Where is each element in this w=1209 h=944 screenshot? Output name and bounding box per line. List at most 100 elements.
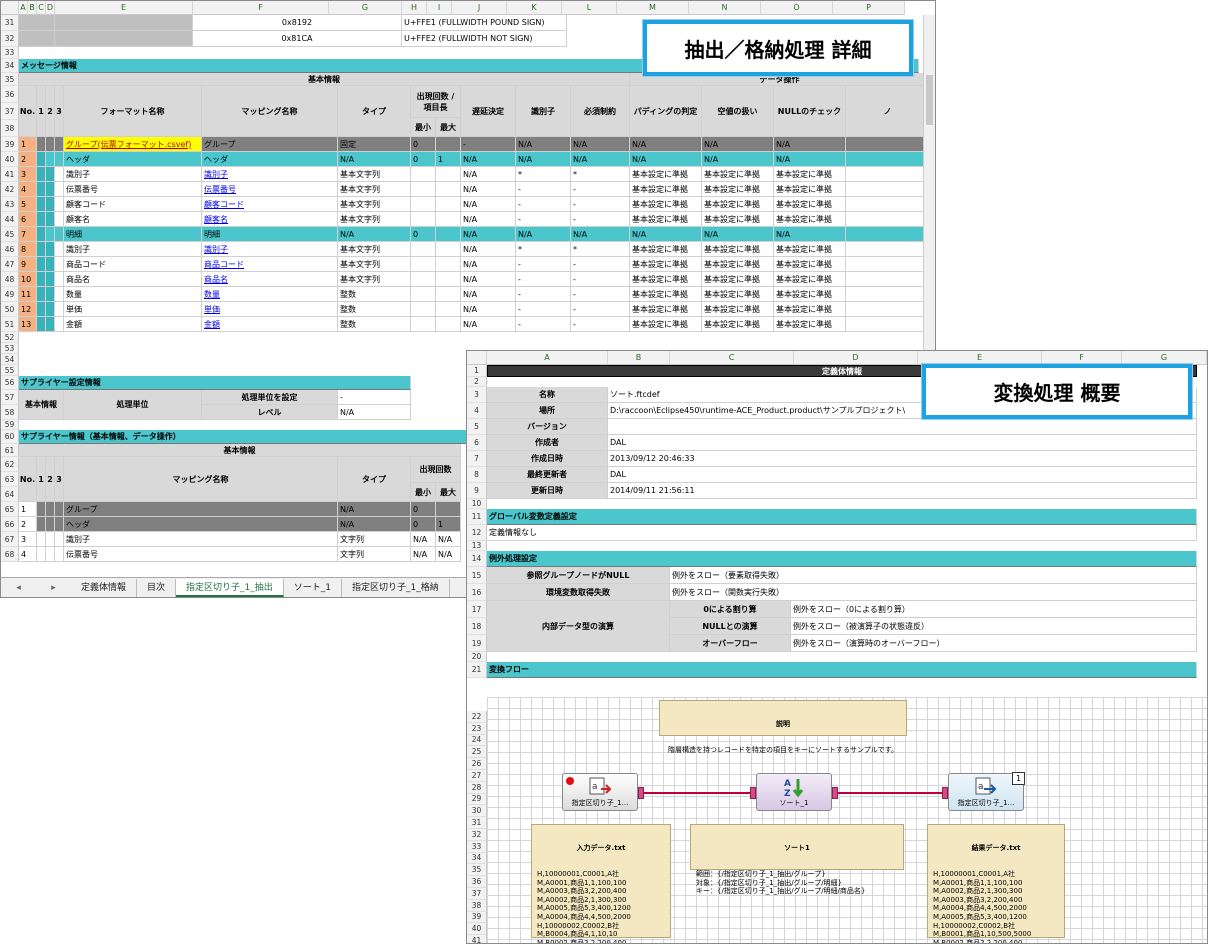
col-header[interactable]: I xyxy=(427,1,452,15)
cell[interactable]: N/A xyxy=(461,302,516,317)
col-header[interactable]: F xyxy=(1042,351,1122,365)
cell[interactable]: 基本文字列 xyxy=(338,257,411,272)
cell[interactable]: 顧客コード xyxy=(64,197,202,212)
cell[interactable]: 顧客名 xyxy=(202,212,338,227)
description-note[interactable]: 説明 階層構造を持つレコードを特定の項目をキーにソートするサンプルです。 xyxy=(659,700,907,754)
result-data-note[interactable]: 結果データ.txt H,10000001,C0001,A社 M,A0001,商品… xyxy=(927,824,1065,943)
cell[interactable]: 識別子 xyxy=(64,167,202,182)
cell[interactable]: N/A xyxy=(338,502,411,517)
cell[interactable]: 1 xyxy=(19,502,37,517)
cell[interactable]: 8 xyxy=(19,242,37,257)
store-node[interactable]: a 1 指定区切り子_1... xyxy=(948,772,1025,811)
col-header[interactable]: F xyxy=(193,1,329,15)
tab-delimiter-store[interactable]: 指定区切り子_1_格納 xyxy=(342,578,450,597)
cell[interactable]: 基本設定に準拠 xyxy=(630,197,702,212)
cell[interactable]: - xyxy=(571,182,630,197)
cell[interactable]: 2 xyxy=(19,152,37,167)
col-header[interactable]: C xyxy=(670,351,794,365)
col-header[interactable]: N xyxy=(689,1,761,15)
cell[interactable]: 基本設定に準拠 xyxy=(630,302,702,317)
tab-contents[interactable]: 目次 xyxy=(137,578,177,597)
cell[interactable]: N/A xyxy=(630,227,702,242)
cell[interactable]: 基本文字列 xyxy=(338,167,411,182)
cell[interactable]: 4 xyxy=(19,182,37,197)
cell[interactable]: N/A xyxy=(461,197,516,212)
col-header[interactable]: M xyxy=(617,1,689,15)
cell[interactable]: 0 xyxy=(411,517,436,532)
cell[interactable]: 顧客コード xyxy=(202,197,338,212)
cell[interactable] xyxy=(436,242,461,257)
cell[interactable]: N/A xyxy=(338,152,411,167)
cell[interactable]: - xyxy=(571,317,630,332)
cell[interactable] xyxy=(411,272,436,287)
cell[interactable]: N/A xyxy=(702,137,774,152)
col-header[interactable]: A xyxy=(487,351,608,365)
cell[interactable]: N/A xyxy=(461,317,516,332)
cell[interactable]: 13 xyxy=(19,317,37,332)
cell[interactable]: - xyxy=(516,197,571,212)
cell[interactable]: N/A xyxy=(702,152,774,167)
cell[interactable]: 単価 xyxy=(64,302,202,317)
cell[interactable]: 整数 xyxy=(338,317,411,332)
cell[interactable]: 基本設定に準拠 xyxy=(774,272,846,287)
cell[interactable]: 基本文字列 xyxy=(338,182,411,197)
cell[interactable]: 基本設定に準拠 xyxy=(702,287,774,302)
cell[interactable]: グループ xyxy=(64,502,338,517)
cell[interactable]: N/A xyxy=(571,227,630,242)
cell[interactable]: 基本設定に準拠 xyxy=(702,167,774,182)
cell[interactable] xyxy=(436,257,461,272)
cell[interactable]: 基本設定に準拠 xyxy=(774,317,846,332)
cell[interactable]: 基本文字列 xyxy=(338,272,411,287)
cell[interactable]: 6 xyxy=(19,212,37,227)
cell[interactable]: - xyxy=(571,197,630,212)
col-header[interactable]: A xyxy=(19,1,28,15)
cell[interactable]: 識別子 xyxy=(64,242,202,257)
cell[interactable] xyxy=(411,182,436,197)
cell[interactable]: 伝票番号 xyxy=(64,547,338,562)
cell[interactable]: * xyxy=(571,242,630,257)
cell[interactable] xyxy=(436,197,461,212)
cell[interactable]: N/A xyxy=(571,152,630,167)
cell[interactable] xyxy=(411,167,436,182)
cell[interactable]: 整数 xyxy=(338,287,411,302)
cell[interactable] xyxy=(436,272,461,287)
cell[interactable]: 基本設定に準拠 xyxy=(702,242,774,257)
cell[interactable]: 伝票番号 xyxy=(202,182,338,197)
cell[interactable]: - xyxy=(516,257,571,272)
cell[interactable]: N/A xyxy=(516,137,571,152)
cell[interactable]: 5 xyxy=(19,197,37,212)
cell[interactable]: - xyxy=(461,137,516,152)
col-header[interactable]: B xyxy=(28,1,37,15)
cell[interactable]: - xyxy=(338,390,411,405)
cell[interactable]: ヘッダ xyxy=(202,152,338,167)
cell[interactable]: 1 xyxy=(436,152,461,167)
cell[interactable] xyxy=(436,227,461,242)
cell[interactable]: N/A xyxy=(411,547,436,562)
cell[interactable]: 基本設定に準拠 xyxy=(702,182,774,197)
cell[interactable]: - xyxy=(516,212,571,227)
cell[interactable]: - xyxy=(516,302,571,317)
cell[interactable]: 整数 xyxy=(338,302,411,317)
cell[interactable]: 3 xyxy=(19,167,37,182)
col-header[interactable]: K xyxy=(507,1,562,15)
cell[interactable]: - xyxy=(571,272,630,287)
cell[interactable]: 0 xyxy=(411,227,436,242)
cell[interactable]: 例外をスロー（関数実行失敗） xyxy=(670,584,1197,601)
extract-node[interactable]: a 指定区切り子_1... xyxy=(562,773,638,811)
cell[interactable]: 識別子 xyxy=(202,242,338,257)
cell[interactable]: N/A xyxy=(461,152,516,167)
info-value[interactable]: DAL xyxy=(608,467,1197,483)
col-header[interactable]: H xyxy=(402,1,427,15)
cell[interactable]: N/A xyxy=(461,182,516,197)
cell[interactable] xyxy=(436,502,461,517)
cell[interactable]: 明細 xyxy=(64,227,202,242)
cell[interactable]: 金額 xyxy=(202,317,338,332)
cell[interactable] xyxy=(436,302,461,317)
tab-scroll-left-icon[interactable]: ◂ xyxy=(16,583,21,593)
cell[interactable]: 文字列 xyxy=(338,547,411,562)
cell[interactable]: N/A xyxy=(411,532,436,547)
cell[interactable]: - xyxy=(516,182,571,197)
cell[interactable]: - xyxy=(571,287,630,302)
cell[interactable]: 明細 xyxy=(202,227,338,242)
sort-node[interactable]: AZ ソート_1 xyxy=(756,773,832,811)
